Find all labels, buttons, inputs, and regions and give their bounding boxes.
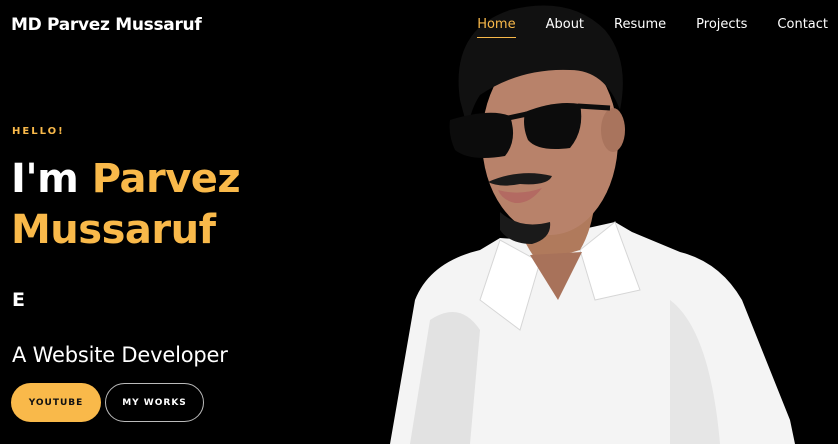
profile-photo bbox=[390, 5, 795, 444]
nav-resume[interactable]: Resume bbox=[614, 17, 666, 36]
sunglasses-arm bbox=[577, 103, 611, 111]
main-nav: Home About Resume Projects Contact bbox=[477, 17, 828, 38]
sunglasses-right-lens bbox=[524, 103, 582, 149]
hero-title-prefix: I'm bbox=[11, 156, 92, 202]
hero-name-last: Mussaruf bbox=[11, 207, 216, 253]
nav-home[interactable]: Home bbox=[477, 17, 516, 38]
hero-subtitle: A Website Developer bbox=[12, 343, 228, 367]
sunglasses-left-lens bbox=[449, 112, 514, 158]
youtube-button[interactable]: YOUTUBE bbox=[11, 383, 101, 422]
typed-text: E bbox=[12, 289, 25, 311]
hero-name-first: Parvez bbox=[91, 156, 241, 202]
nav-projects[interactable]: Projects bbox=[696, 17, 747, 36]
page: MD Parvez Mussaruf Home About Resume Pro… bbox=[0, 0, 838, 444]
my-works-button[interactable]: MY WORKS bbox=[105, 383, 204, 422]
hero-title: I'm Parvez Mussaruf bbox=[11, 154, 241, 256]
nav-contact[interactable]: Contact bbox=[777, 17, 828, 36]
nav-about[interactable]: About bbox=[546, 17, 584, 36]
site-brand[interactable]: MD Parvez Mussaruf bbox=[11, 15, 202, 35]
ear bbox=[601, 108, 625, 152]
greeting-label: HELLO! bbox=[12, 126, 65, 137]
